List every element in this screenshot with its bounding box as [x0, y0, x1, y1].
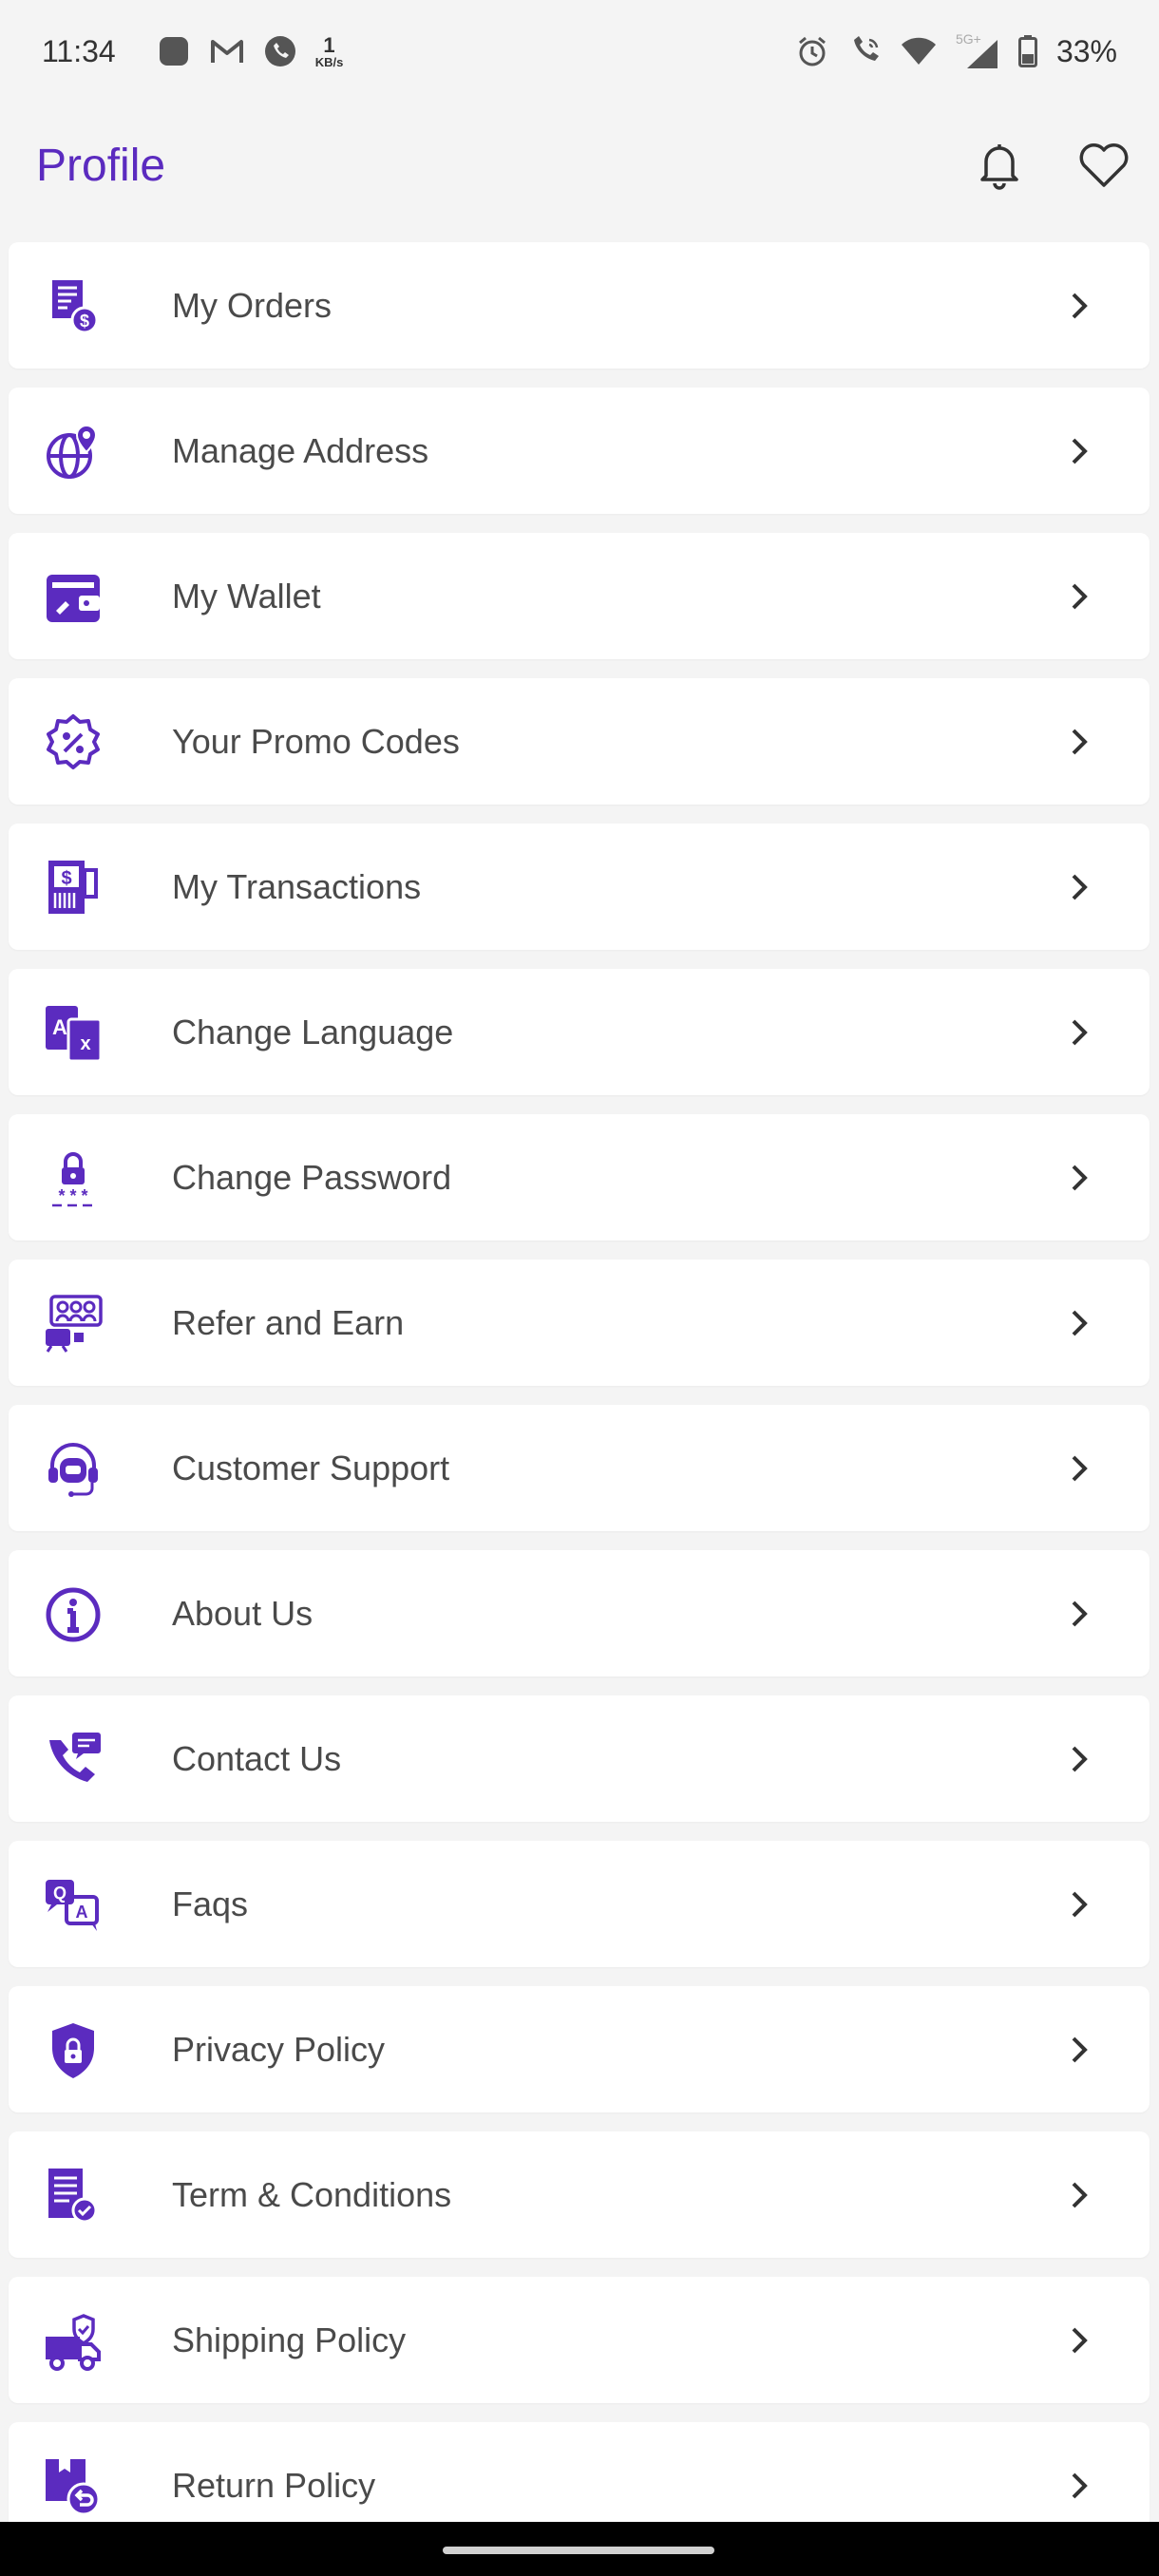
return-box-icon: [43, 2456, 104, 2517]
chevron-right-icon: [1062, 2469, 1096, 2503]
globe-pin-icon: [43, 422, 104, 483]
header-actions: [971, 137, 1132, 194]
bell-icon[interactable]: [971, 137, 1028, 194]
net-speed: 1 KB/s: [314, 32, 344, 69]
menu-item-label: Customer Support: [172, 1448, 450, 1487]
chevron-right-icon: [1062, 1306, 1096, 1340]
phone-chat-icon: [43, 1730, 104, 1790]
svg-text:A: A: [52, 1015, 67, 1039]
menu-item-privacy-policy[interactable]: Privacy Policy: [9, 1986, 1150, 2112]
chevron-right-icon: [1062, 579, 1096, 614]
chevron-right-icon: [1062, 1161, 1096, 1195]
menu-item-label: Change Language: [172, 1012, 454, 1051]
chevron-right-icon: [1062, 725, 1096, 759]
chevron-right-icon: [1062, 2323, 1096, 2358]
menu-item-label: Privacy Policy: [172, 2029, 386, 2069]
menu-item-label: Term & Conditions: [172, 2174, 452, 2214]
status-time: 11:34: [42, 33, 116, 68]
wifi-call-icon: [847, 33, 884, 69]
menu-item-label: My Orders: [172, 285, 332, 325]
gmail-icon: [209, 33, 245, 69]
menu-item-label: Manage Address: [172, 430, 429, 470]
menu-item-refer-and-earn[interactable]: Refer and Earn: [9, 1260, 1150, 1386]
menu-item-label: My Transactions: [172, 866, 422, 906]
chevron-right-icon: [1062, 2033, 1096, 2067]
shield-lock-icon: [43, 2020, 104, 2081]
menu-item-label: Faqs: [172, 1884, 249, 1923]
menu-item-label: Refer and Earn: [172, 1302, 405, 1342]
svg-text:Q: Q: [53, 1884, 66, 1903]
svg-text:x: x: [80, 1033, 90, 1054]
chevron-right-icon: [1062, 1597, 1096, 1631]
menu-item-change-password[interactable]: * * * Change Password: [9, 1114, 1150, 1241]
menu-item-label: Change Password: [172, 1157, 452, 1197]
battery-percent: 33%: [1055, 33, 1117, 68]
menu-item-customer-support[interactable]: Customer Support: [9, 1405, 1150, 1531]
net-speed-unit: KB/s: [314, 54, 344, 69]
menu-item-label: My Wallet: [172, 576, 321, 616]
menu-item-terms-conditions[interactable]: Term & Conditions: [9, 2131, 1150, 2258]
svg-text:$: $: [80, 312, 89, 331]
chevron-right-icon: [1062, 434, 1096, 468]
svg-text:$: $: [61, 868, 71, 889]
svg-text:A: A: [76, 1903, 88, 1922]
alarm-icon: [794, 33, 830, 69]
chevron-right-icon: [1062, 289, 1096, 323]
menu-item-label: Return Policy: [172, 2465, 376, 2505]
menu-item-label: Contact Us: [172, 1738, 342, 1778]
app-notification-icon: [156, 33, 192, 69]
menu-item-contact-us[interactable]: Contact Us: [9, 1695, 1150, 1822]
profile-menu-list: $ My Orders Manage Address My Wallet You…: [9, 242, 1150, 2548]
chevron-right-icon: [1062, 1887, 1096, 1922]
call-app-icon: [262, 33, 298, 69]
transactions-icon: $: [43, 858, 104, 919]
chevron-right-icon: [1062, 1742, 1096, 1776]
menu-item-my-wallet[interactable]: My Wallet: [9, 533, 1150, 659]
page-title: Profile: [36, 140, 166, 191]
menu-item-manage-address[interactable]: Manage Address: [9, 388, 1150, 514]
status-bar: 11:34 1 KB/s 5G+ 33%: [0, 0, 1159, 103]
app-header: Profile: [0, 114, 1159, 217]
network-type-label: 5G+: [955, 31, 981, 47]
wifi-icon: [901, 33, 937, 69]
menu-item-promo-codes[interactable]: Your Promo Codes: [9, 678, 1150, 805]
headset-icon: [43, 1439, 104, 1500]
menu-item-label: About Us: [172, 1593, 314, 1633]
chevron-right-icon: [1062, 1451, 1096, 1486]
svg-text:* * *: * * *: [58, 1186, 87, 1205]
menu-item-my-orders[interactable]: $ My Orders: [9, 242, 1150, 369]
chevron-right-icon: [1062, 1015, 1096, 1050]
wallet-icon: [43, 567, 104, 628]
info-icon: [43, 1584, 104, 1645]
home-gesture-handle[interactable]: [443, 2547, 714, 2554]
menu-item-shipping-policy[interactable]: Shipping Policy: [9, 2277, 1150, 2403]
signal-icon: 5G+: [954, 31, 999, 69]
orders-receipt-icon: $: [43, 276, 104, 337]
battery-icon: [1016, 33, 1039, 69]
language-icon: Ax: [43, 1003, 104, 1064]
promo-badge-icon: [43, 712, 104, 773]
menu-item-my-transactions[interactable]: $ My Transactions: [9, 824, 1150, 950]
refer-icon: [43, 1294, 104, 1354]
qa-icon: QA: [43, 1875, 104, 1936]
menu-item-about-us[interactable]: About Us: [9, 1550, 1150, 1676]
password-lock-icon: * * *: [43, 1148, 104, 1209]
chevron-right-icon: [1062, 870, 1096, 904]
menu-item-label: Your Promo Codes: [172, 721, 460, 761]
document-check-icon: [43, 2166, 104, 2226]
menu-item-label: Shipping Policy: [172, 2320, 407, 2359]
truck-icon: [43, 2311, 104, 2372]
heart-icon[interactable]: [1075, 137, 1132, 194]
net-speed-value: 1: [323, 32, 335, 57]
chevron-right-icon: [1062, 2178, 1096, 2212]
menu-item-change-language[interactable]: Ax Change Language: [9, 969, 1150, 1095]
menu-item-faqs[interactable]: QA Faqs: [9, 1841, 1150, 1967]
